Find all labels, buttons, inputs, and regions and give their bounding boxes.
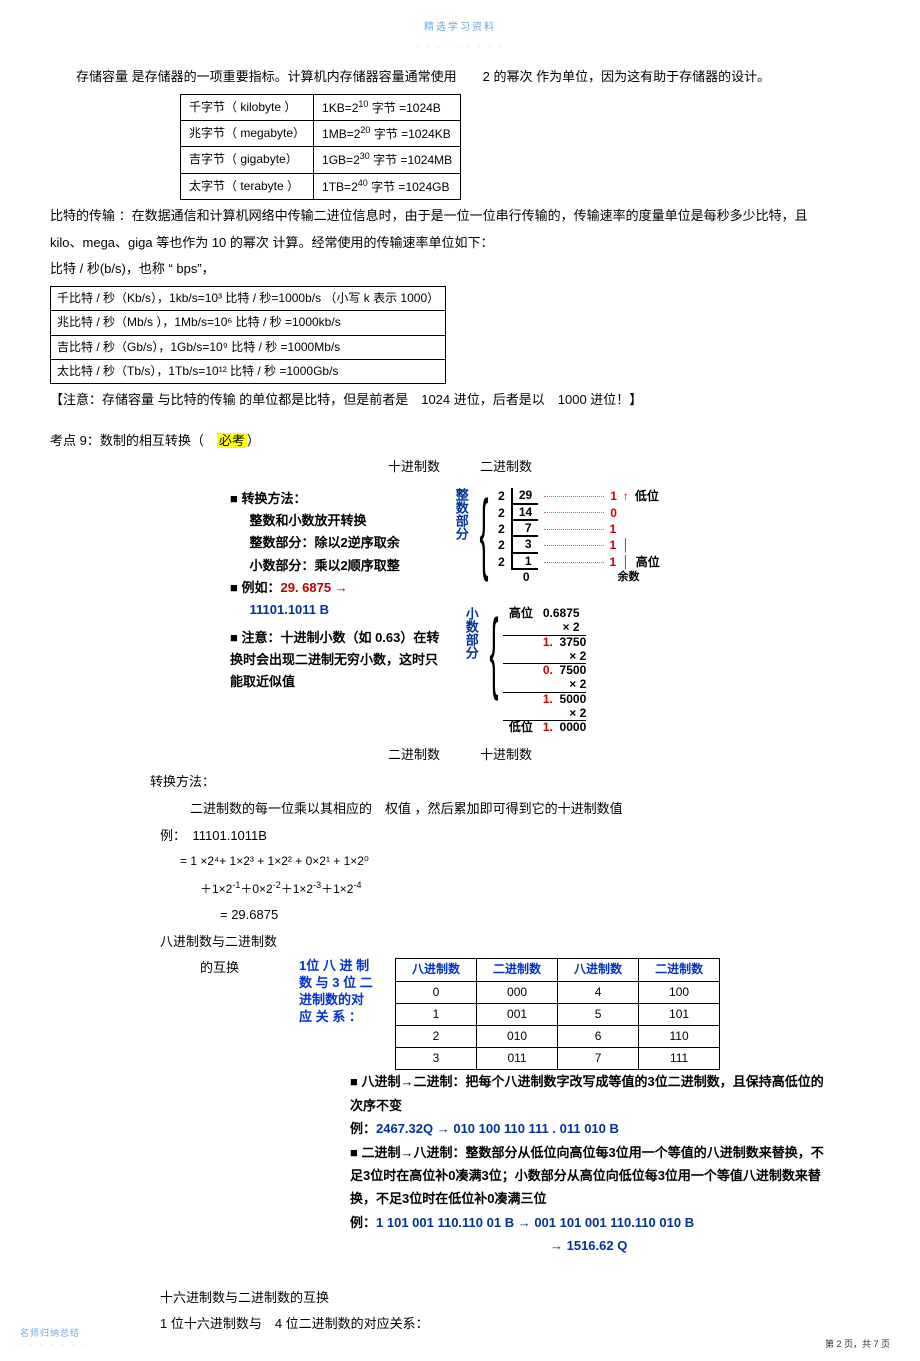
page-header-sub: - - - - - - - - - [50,42,870,53]
labels-dec-bin: 十进制数二进制数 [50,457,870,478]
keypoint-9: 考点 9：数制的相互转换（ 必考） [50,431,870,452]
cell: 太比特 / 秒（Tb/s），1Tb/s=10¹² 比特 / 秒 =1000Gb/… [51,359,446,383]
method-s2: 整数部分：除以2逆序取余 [230,532,450,554]
method-s3: 小数部分：乘以2顺序取整 [230,555,450,577]
cell: 1TB=240 字节 =1024GB [314,173,461,199]
conv-rule: 二进制数的每一位乘以其相应的 权值 ，然后累加即可得到它的十进制数值 [190,799,870,820]
ex-result: = 29.6875 [220,905,870,926]
conv-title: 转换方法： [150,772,870,793]
cell: 兆字节（ megabyte） [181,121,314,147]
frac-diagram: 小数部分 { 高位0.6875× 2 1. 3750× 2 0. 7500× 2… [460,607,870,735]
ex-line1: = 1 ×2⁴+ 1×2³ + 1×2² + 0×2¹ + 1×2⁰ [180,852,870,871]
note-1024: 【注意：存储容量 与比特的传输 的单位都是比特，但是前者是 1024 进位，后者… [50,390,870,411]
cell: 1GB=230 字节 =1024MB [314,147,461,173]
octal-title: 八进制数与二进制数 [160,932,870,953]
rule1-example: 例：2467.32Q → 010 100 110 111 . 011 010 B [350,1117,830,1140]
footer-right: 第 2 页，共 7 页 [825,1337,890,1351]
rule2-example-2: → 1516.62 Q [550,1234,830,1257]
footer-left: 名师归纳总结 - - - - - - - [20,1326,87,1352]
cell: 吉比特 / 秒（Gb/s），1Gb/s=10⁹ 比特 / 秒 =1000Mb/s [51,335,446,359]
int-division: 2291 ↑低位 2140 271 231 │ 211 │高位 0余数 [493,488,660,584]
rule2-example: 例：1 101 001 110.110 01 B → 001 101 001 1… [350,1211,830,1234]
cell: 太字节（ terabyte ） [181,173,314,199]
cell: 千字节（ kilobyte ） [181,94,314,120]
octal-rules: 八进制→二进制：把每个八进制数字改写成等值的3位二进制数，且保持高低位的次序不变… [350,1070,830,1257]
cell: 1MB=220 字节 =1024KB [314,121,461,147]
labels-bin-dec: 二进制数十进制数 [50,745,870,766]
rule-oct-to-bin: 八进制→二进制：把每个八进制数字改写成等值的3位二进制数，且保持高低位的次序不变 [350,1070,830,1117]
bitrate-table: 千比特 / 秒（Kb/s），1kb/s=10³ 比特 / 秒=1000b/s （… [50,286,446,384]
octal-table: 八进制数二进制数八进制数二进制数 00004100 10015101 20106… [395,958,720,1070]
hex-title: 十六进制数与二进制数的互换 [160,1288,870,1309]
method-title: 转换方法： [230,488,450,510]
page-header: 精选学习资料 [50,20,870,36]
hex-sub: 1 位十六进制数与 4 位二进制数的对应关系： [160,1314,870,1335]
method-example: 例如：29. 6875 → [230,577,450,599]
highlight-bikao: 必考 [217,433,247,448]
cell: 兆比特 / 秒（Mb/s ），1Mb/s=10⁶ 比特 / 秒 =1000kb/… [51,311,446,335]
method-note: 注意：十进制小数（如 0.63）在转换时会出现二进制无穷小数，这时只能取近似值 [230,627,450,693]
para-storage: 存储容量 是存储器的一项重要指标。计算机内存储器容量通常使用 2 的幂次 作为单… [50,67,870,88]
para-bps: 比特 / 秒(b/s)，也称 “ bps”， [50,259,870,280]
storage-table: 千字节（ kilobyte ）1KB=210 字节 =1024B 兆字节（ me… [180,94,461,200]
cell: 千比特 / 秒（Kb/s），1kb/s=10³ 比特 / 秒=1000b/s （… [51,287,446,311]
ex-line2: ＋1×2-1＋0×2-2＋1×2-3＋1×2-4 [200,878,870,899]
octal-sub: 的互换 [200,958,239,979]
para-kilo-mega: kilo、mega、giga 等也作为 10 的幂次 计算。经常使用的传输速率单… [50,233,870,254]
ex-label: 例： 11101.1011B [160,826,870,847]
method-result: 11101.1011 B [230,599,450,621]
octal-left-label: 1位 八 进 制 数 与 3 位 二 进制数的对 应 关 系 ： [299,958,385,1026]
rule-bin-to-oct: 二进制→八进制：整数部分从低位向高位每3位用一个等值的八进制数来替换，不足3位时… [350,1141,830,1211]
calc-diagram: 整数部分 { 2291 ↑低位 2140 271 231 │ 211 │高位 0… [450,488,722,584]
para-bit-transport: 比特的传输 ：在数据通信和计算机网络中传输二进位信息时，由于是一位一位串行传输的… [50,206,870,227]
method-s1: 整数和小数放开转换 [230,510,450,532]
cell: 吉字节（ gigabyte） [181,147,314,173]
cell: 1KB=210 字节 =1024B [314,94,461,120]
